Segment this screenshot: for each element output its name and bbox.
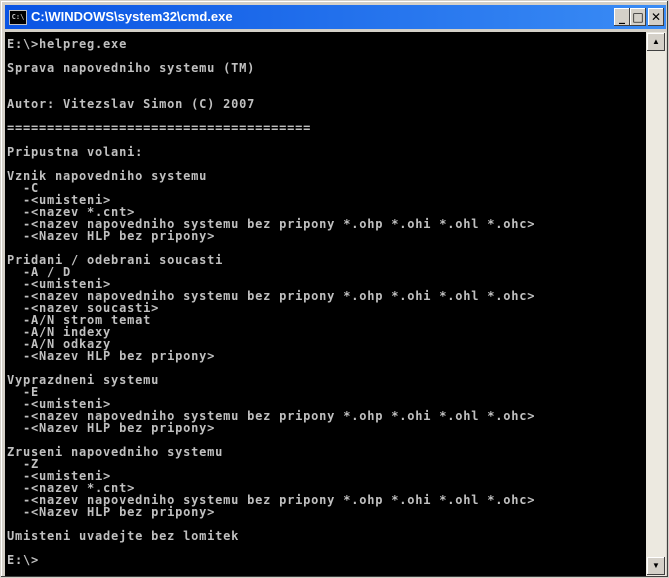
window-title: C:\WINDOWS\system32\cmd.exe: [31, 9, 233, 24]
console-line: Umisteni uvadejte bez lomitek: [7, 529, 240, 543]
cmd-window: C:\ C:\WINDOWS\system32\cmd.exe _ □ ✕ E:…: [0, 0, 669, 578]
title-bar[interactable]: C:\ C:\WINDOWS\system32\cmd.exe _ □ ✕: [5, 5, 666, 29]
maximize-button[interactable]: □: [630, 8, 646, 26]
minimize-button[interactable]: _: [614, 8, 630, 26]
console-text: E:\>helpreg.exe Sprava napovedniho system…: [7, 38, 535, 566]
console-line: E:\>helpreg.exe: [7, 37, 128, 51]
console-line: -<Nazev HLP bez pripony>: [7, 229, 216, 243]
console-line: -<Nazev HLP bez pripony>: [7, 421, 216, 435]
console-line: ======================================: [7, 121, 312, 135]
console-output[interactable]: E:\>helpreg.exe Sprava napovedniho system…: [5, 32, 646, 576]
console-line: Zruseni napovedniho systemu: [7, 445, 224, 459]
console-line: Sprava napovedniho systemu (TM): [7, 61, 256, 75]
close-button[interactable]: ✕: [648, 8, 664, 26]
scroll-down-button[interactable]: ▼: [647, 557, 665, 575]
console-line: Vyprazdneni systemu: [7, 373, 160, 387]
console-line: Autor: Vitezslav Simon (C) 2007: [7, 97, 256, 111]
vertical-scrollbar[interactable]: ▲ ▼: [646, 32, 666, 576]
console-line: Vznik napovedniho systemu: [7, 169, 208, 183]
cmd-icon: C:\: [9, 10, 27, 25]
console-line: -<Nazev HLP bez pripony>: [7, 505, 216, 519]
console-line: Pripustna volani:: [7, 145, 144, 159]
scroll-up-button[interactable]: ▲: [647, 33, 665, 51]
console-line: E:\>: [7, 553, 40, 567]
console-line: -<Nazev HLP bez pripony>: [7, 349, 216, 363]
console-line: Pridani / odebrani soucasti: [7, 253, 224, 267]
